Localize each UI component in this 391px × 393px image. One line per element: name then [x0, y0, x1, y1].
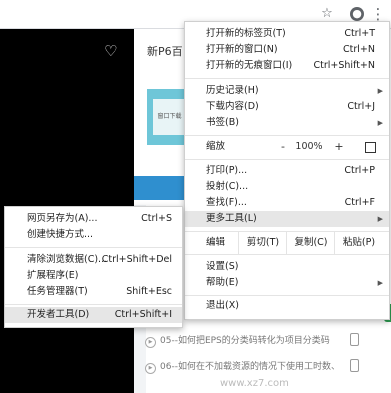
banner-text: 窗口下载 — [153, 99, 186, 135]
submenu-arrow-icon: ▶ — [377, 119, 383, 127]
menu-item-extensions[interactable]: 扩展程序(E) — [5, 268, 182, 284]
submenu-arrow-icon: ▶ — [377, 215, 383, 223]
menu-item-incognito[interactable]: 打开新的无痕窗口(I) Ctrl+Shift+N — [185, 58, 389, 74]
menu-item-developer-tools[interactable]: 开发者工具(D) Ctrl+Shift+I — [5, 307, 182, 323]
menu-divider — [185, 295, 389, 296]
menu-divider — [185, 254, 389, 255]
cut-button[interactable]: 剪切(T) — [238, 232, 287, 254]
list-item[interactable]: ▶ 06--如何在不加载资源的情况下使用工时数、 — [145, 359, 340, 374]
heart-icon[interactable]: ♡ — [104, 42, 117, 60]
menu-item-new-window[interactable]: 打开新的窗口(N) Ctrl+N — [185, 42, 389, 58]
copy-button[interactable]: 复制(C) — [286, 232, 335, 254]
fullscreen-icon[interactable] — [365, 142, 376, 153]
mobile-icon[interactable] — [350, 333, 359, 346]
menu-item-more-tools[interactable]: 更多工具(L) ▶ — [185, 211, 389, 227]
watermark: www.xz7.com — [220, 378, 289, 389]
menu-item-save-page-as[interactable]: 网页另存为(A)... Ctrl+S — [5, 211, 182, 227]
play-icon: ▶ — [145, 363, 156, 374]
menu-divider — [5, 247, 182, 248]
menu-divider — [185, 78, 389, 79]
menu-item-new-tab[interactable]: 打开新的标签页(T) Ctrl+T — [185, 26, 389, 42]
page-title: 新P6百 — [147, 45, 183, 58]
menu-divider — [5, 304, 182, 305]
menu-item-task-manager[interactable]: 任务管理器(T) Shift+Esc — [5, 284, 182, 300]
list-item[interactable]: ▶ 05--如何把EPS的分类码转化为项目分类码 — [145, 333, 330, 348]
play-icon: ▶ — [145, 337, 156, 348]
menu-divider — [185, 135, 389, 136]
menu-item-history[interactable]: 历史记录(H) ▶ — [185, 83, 389, 99]
more-tools-submenu: 网页另存为(A)... Ctrl+S 创建快捷方式... 清除浏览数据(C)..… — [4, 206, 183, 328]
menu-item-create-shortcut[interactable]: 创建快捷方式... — [5, 227, 182, 243]
menu-divider — [185, 159, 389, 160]
profile-avatar-icon[interactable]: ● — [350, 7, 364, 21]
menu-item-settings[interactable]: 设置(S) — [185, 259, 389, 275]
menu-item-help[interactable]: 帮助(E) ▶ — [185, 275, 389, 291]
chrome-main-menu: 打开新的标签页(T) Ctrl+T 打开新的窗口(N) Ctrl+N 打开新的无… — [184, 21, 390, 320]
menu-item-find[interactable]: 查找(F)... Ctrl+F — [185, 195, 389, 211]
menu-edit-row: 编辑 剪切(T) 复制(C) 粘贴(P) — [185, 232, 389, 254]
paste-button[interactable]: 粘贴(P) — [334, 232, 383, 254]
menu-item-cast[interactable]: 投射(C)... — [185, 179, 389, 195]
menu-item-print[interactable]: 打印(P)... Ctrl+P — [185, 163, 389, 179]
zoom-level: 100% — [295, 141, 323, 152]
menu-zoom-row: 缩放 - 100% + — [185, 139, 389, 155]
submenu-arrow-icon: ▶ — [377, 87, 383, 95]
zoom-in-button[interactable]: + — [329, 139, 349, 155]
mobile-icon[interactable] — [350, 359, 359, 372]
menu-item-exit[interactable]: 退出(X) — [185, 298, 389, 314]
menu-item-clear-browsing-data[interactable]: 清除浏览数据(C)... Ctrl+Shift+Del — [5, 252, 182, 268]
submenu-arrow-icon: ▶ — [377, 279, 383, 287]
menu-item-bookmarks[interactable]: 书签(B) ▶ — [185, 115, 389, 131]
menu-item-downloads[interactable]: 下载内容(D) Ctrl+J — [185, 99, 389, 115]
zoom-out-button[interactable]: - — [273, 139, 293, 155]
